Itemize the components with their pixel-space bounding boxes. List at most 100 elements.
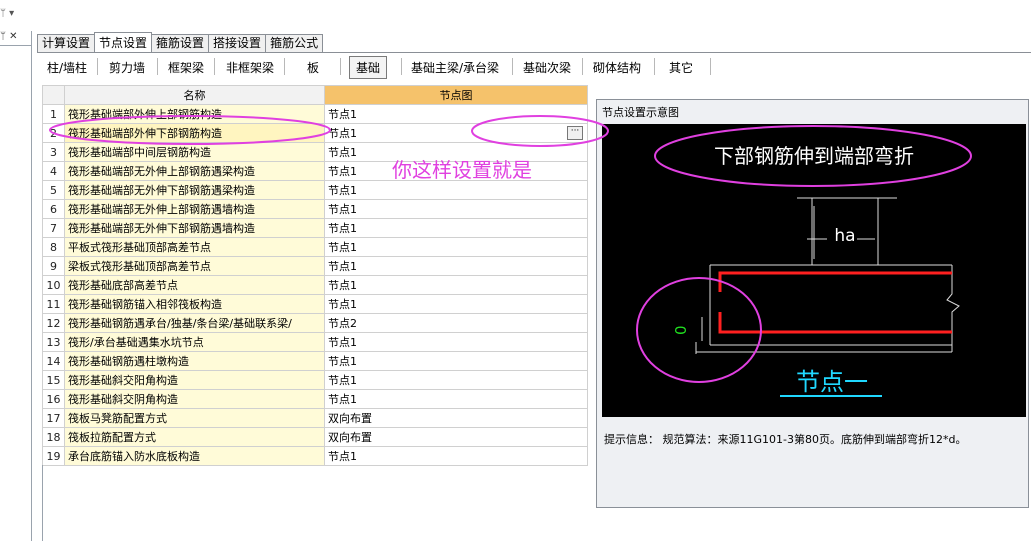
setting-name: 筏形基础钢筋遇承台/独基/条台梁/基础联系梁/ <box>64 313 325 333</box>
setting-value[interactable]: 节点2 <box>324 313 588 333</box>
tab-node-settings[interactable]: 节点设置 <box>94 32 153 52</box>
table-row-selected[interactable]: 2 筏形基础端部外伸下部钢筋构造 节点1 ··· <box>42 123 588 143</box>
setting-value[interactable]: 节点1 <box>324 351 588 371</box>
table-row[interactable]: 18 筏板拉筋配置方式 双向布置 <box>42 427 588 447</box>
name-column-header[interactable]: 名称 <box>64 85 325 105</box>
tab-calc-settings[interactable]: 计算设置 <box>37 34 96 52</box>
setting-name: 筏形基础端部中间层钢筋构造 <box>64 142 325 162</box>
setting-name: 承台底筋锚入防水底板构造 <box>64 446 325 466</box>
row-number: 19 <box>42 446 65 466</box>
subtab-foundation-main-beam[interactable]: 基础主梁/承台梁 <box>411 59 499 76</box>
row-number: 2 <box>42 123 65 143</box>
table-row[interactable]: 7 筏形基础端部无外伸下部钢筋遇墙构造 节点1 <box>42 218 588 238</box>
setting-name: 筏形基础端部无外伸上部钢筋遇墙构造 <box>64 199 325 219</box>
setting-value-text: 节点1 <box>328 127 357 140</box>
table-row[interactable]: 10 筏形基础底部高差节点 节点1 <box>42 275 588 295</box>
row-number: 18 <box>42 427 65 447</box>
subtab-slab[interactable]: 板 <box>307 59 319 76</box>
table-row[interactable]: 11 筏形基础钢筋锚入相邻筏板构造 节点1 <box>42 294 588 314</box>
row-number: 4 <box>42 161 65 181</box>
more-options-button[interactable]: ··· <box>567 126 583 140</box>
row-number: 7 <box>42 218 65 238</box>
divider <box>157 58 158 75</box>
subtab-foundation[interactable]: 基础 <box>349 56 388 79</box>
node-settings-table: 名称 节点图 1 筏形基础端部外伸上部钢筋构造 节点1 2 筏形基础端部外伸下部钢筋构… <box>42 85 588 466</box>
setting-name: 筏形基础底部高差节点 <box>64 275 325 295</box>
dimension-label: ha <box>834 226 855 246</box>
divider <box>97 58 98 75</box>
row-number: 1 <box>42 104 65 124</box>
table-row[interactable]: 14 筏形基础钢筋遇柱墩构造 节点1 <box>42 351 588 371</box>
left-pane-header[interactable]: ᛘ ✕ <box>0 31 31 46</box>
row-number: 5 <box>42 180 65 200</box>
row-number: 13 <box>42 332 65 352</box>
break-line <box>946 265 960 352</box>
setting-value[interactable]: 双向布置 <box>324 427 588 447</box>
subtab-frame-beam[interactable]: 框架梁 <box>168 59 204 76</box>
row-number: 9 <box>42 256 65 276</box>
setting-name: 筏形/承台基础遇集水坑节点 <box>64 332 325 352</box>
setting-value[interactable]: 节点1 <box>324 275 588 295</box>
row-number: 17 <box>42 408 65 428</box>
zero-dimension-label: 0 <box>672 325 690 335</box>
tab-stirrup-settings[interactable]: 箍筋设置 <box>151 34 210 52</box>
divider <box>401 58 402 75</box>
setting-value[interactable]: 节点1 <box>324 370 588 390</box>
setting-value[interactable]: 节点1 <box>324 332 588 352</box>
setting-name: 筏形基础钢筋遇柱墩构造 <box>64 351 325 371</box>
table-row[interactable]: 9 梁板式筏形基础顶部高差节点 节点1 <box>42 256 588 276</box>
table-row[interactable]: 13 筏形/承台基础遇集水坑节点 节点1 <box>42 332 588 352</box>
divider <box>284 58 285 75</box>
table-row[interactable]: 12 筏形基础钢筋遇承台/独基/条台梁/基础联系梁/节点2 <box>42 313 588 333</box>
setting-name: 筏形基础端部外伸下部钢筋构造 <box>64 123 325 143</box>
row-number: 14 <box>42 351 65 371</box>
table-row[interactable]: 5 筏形基础端部无外伸下部钢筋遇梁构造 节点1 <box>42 180 588 200</box>
setting-value[interactable]: 节点1 <box>324 180 588 200</box>
table-row[interactable]: 6 筏形基础端部无外伸上部钢筋遇墙构造 节点1 <box>42 199 588 219</box>
setting-name: 筏形基础端部无外伸下部钢筋遇墙构造 <box>64 218 325 238</box>
subtab-other[interactable]: 其它 <box>669 59 693 76</box>
setting-name: 筏形基础斜交阳角构造 <box>64 370 325 390</box>
setting-value[interactable]: 节点1 <box>324 294 588 314</box>
divider <box>340 58 341 75</box>
setting-value[interactable]: 节点1 <box>324 446 588 466</box>
row-number: 6 <box>42 199 65 219</box>
node-image-column-header[interactable]: 节点图 <box>324 85 588 105</box>
setting-name: 筏板拉筋配置方式 <box>64 427 325 447</box>
node-diagram: 下部钢筋伸到端部弯折 ha 0 节点一 <box>672 144 960 397</box>
subtab-masonry[interactable]: 砌体结构 <box>593 59 641 76</box>
setting-value[interactable]: 双向布置 <box>324 408 588 428</box>
tab-stirrup-formula[interactable]: 箍筋公式 <box>265 34 324 52</box>
setting-value[interactable]: 节点1 <box>324 218 588 238</box>
subtab-nonframe-beam[interactable]: 非框架梁 <box>226 59 274 76</box>
setting-value[interactable]: 节点1 <box>324 104 588 124</box>
row-number: 10 <box>42 275 65 295</box>
table-row[interactable]: 19 承台底筋锚入防水底板构造 节点1 <box>42 446 588 466</box>
subtab-column[interactable]: 柱/墙柱 <box>47 59 87 76</box>
left-pane: ᛘ ✕ <box>0 31 32 541</box>
setting-name: 筏形基础端部无外伸下部钢筋遇梁构造 <box>64 180 325 200</box>
table-row[interactable]: 17 筏板马凳筋配置方式 双向布置 <box>42 408 588 428</box>
setting-value[interactable]: 节点1 <box>324 199 588 219</box>
table-row[interactable]: 15 筏形基础斜交阳角构造 节点1 <box>42 370 588 390</box>
setting-name: 筏板马凳筋配置方式 <box>64 408 325 428</box>
table-row[interactable]: 8 平板式筏形基础顶部高差节点 节点1 <box>42 237 588 257</box>
toolbar-dropdown[interactable]: ᛘ ▾ <box>0 8 14 19</box>
setting-name: 梁板式筏形基础顶部高差节点 <box>64 256 325 276</box>
setting-value[interactable]: 节点1 <box>324 256 588 276</box>
row-number: 12 <box>42 313 65 333</box>
row-number-header <box>42 85 65 105</box>
top-rebar <box>718 271 952 292</box>
tab-lap-settings[interactable]: 搭接设置 <box>208 34 267 52</box>
setting-value[interactable]: 节点1 <box>324 237 588 257</box>
table-row[interactable]: 16 筏形基础斜交阴角构造 节点1 <box>42 389 588 409</box>
node-diagram-canvas: 下部钢筋伸到端部弯折 ha 0 节点一 <box>602 124 1026 417</box>
subtab-shear-wall[interactable]: 剪力墙 <box>109 59 145 76</box>
setting-value[interactable]: 节点1 <box>324 389 588 409</box>
divider <box>710 58 711 75</box>
subtab-foundation-secondary-beam[interactable]: 基础次梁 <box>523 59 571 76</box>
setting-value[interactable]: 节点1 ··· <box>324 123 588 143</box>
setting-name: 筏形基础端部无外伸上部钢筋遇梁构造 <box>64 161 325 181</box>
table-row[interactable]: 1 筏形基础端部外伸上部钢筋构造 节点1 <box>42 104 588 124</box>
panel-title: 节点设置示意图 <box>602 106 679 119</box>
